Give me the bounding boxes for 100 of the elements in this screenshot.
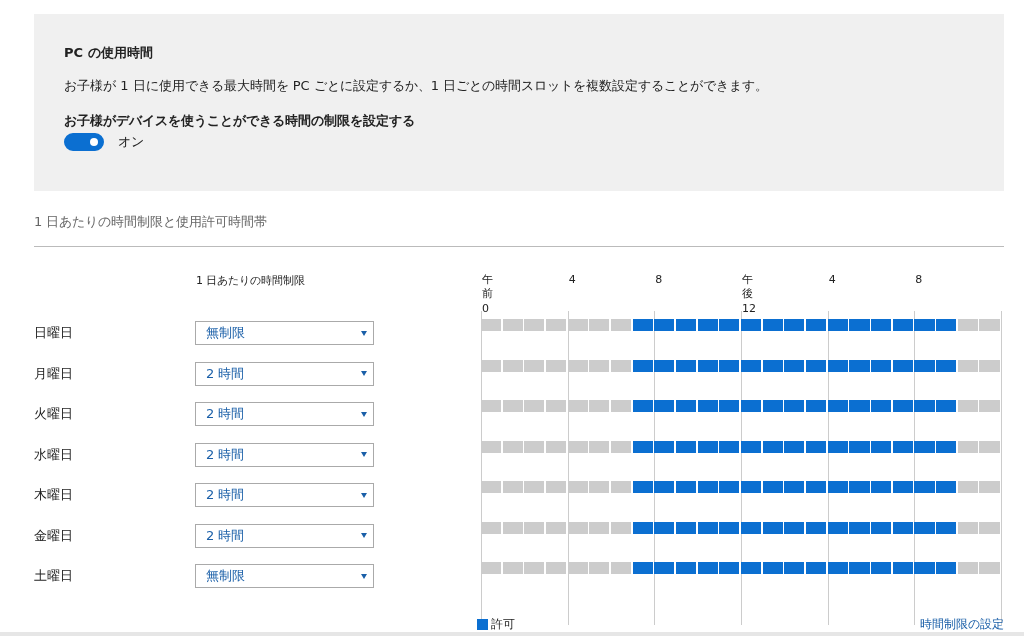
time-slot[interactable] bbox=[806, 562, 827, 574]
time-slot[interactable] bbox=[892, 521, 913, 534]
time-slot[interactable] bbox=[871, 481, 892, 493]
time-slot[interactable] bbox=[892, 400, 913, 412]
limit-dropdown[interactable]: 2 時間 bbox=[195, 483, 374, 508]
time-slot[interactable] bbox=[697, 481, 718, 493]
time-slot[interactable] bbox=[676, 521, 697, 534]
time-slot[interactable] bbox=[632, 319, 653, 331]
time-slot[interactable] bbox=[762, 319, 783, 331]
time-slot[interactable] bbox=[697, 562, 718, 574]
toggle-switch[interactable] bbox=[64, 133, 104, 151]
time-slot[interactable] bbox=[719, 481, 740, 493]
time-slot[interactable] bbox=[936, 521, 957, 534]
time-slot[interactable] bbox=[741, 481, 762, 493]
time-slot[interactable] bbox=[936, 359, 957, 372]
time-slot[interactable] bbox=[871, 359, 892, 372]
time-slot[interactable] bbox=[741, 521, 762, 534]
settings-link[interactable]: 時間制限の設定 bbox=[920, 616, 1004, 633]
time-slot[interactable] bbox=[784, 481, 805, 493]
time-slot[interactable] bbox=[827, 562, 848, 574]
time-slot[interactable] bbox=[762, 400, 783, 412]
time-slot[interactable] bbox=[632, 521, 653, 534]
time-slot[interactable] bbox=[719, 521, 740, 534]
time-slot[interactable] bbox=[676, 562, 697, 574]
time-slot[interactable] bbox=[806, 521, 827, 534]
time-slot[interactable] bbox=[871, 562, 892, 574]
time-slot[interactable] bbox=[849, 521, 870, 534]
time-slot[interactable] bbox=[784, 359, 805, 372]
time-slot[interactable] bbox=[827, 440, 848, 453]
time-slot[interactable] bbox=[762, 359, 783, 372]
time-slot[interactable] bbox=[892, 562, 913, 574]
time-slot[interactable] bbox=[697, 400, 718, 412]
time-slot[interactable] bbox=[697, 319, 718, 331]
time-slot[interactable] bbox=[784, 521, 805, 534]
limit-dropdown[interactable]: 無制限 bbox=[195, 564, 374, 589]
time-slot[interactable] bbox=[892, 359, 913, 372]
time-slot[interactable] bbox=[806, 359, 827, 372]
time-slot[interactable] bbox=[654, 481, 675, 493]
time-slot[interactable] bbox=[741, 562, 762, 574]
time-slot[interactable] bbox=[936, 400, 957, 412]
time-slot[interactable] bbox=[806, 319, 827, 331]
time-slot[interactable] bbox=[719, 319, 740, 331]
time-slot[interactable] bbox=[762, 521, 783, 534]
time-slot[interactable] bbox=[676, 440, 697, 453]
time-slot[interactable] bbox=[871, 521, 892, 534]
time-slot[interactable] bbox=[632, 359, 653, 372]
time-slot[interactable] bbox=[784, 319, 805, 331]
time-slot[interactable] bbox=[762, 481, 783, 493]
limit-dropdown[interactable]: 2 時間 bbox=[195, 442, 374, 467]
time-slot[interactable] bbox=[827, 319, 848, 331]
time-slot[interactable] bbox=[827, 400, 848, 412]
time-slot[interactable] bbox=[654, 562, 675, 574]
time-slot[interactable] bbox=[719, 359, 740, 372]
time-slot[interactable] bbox=[762, 562, 783, 574]
time-slot[interactable] bbox=[892, 481, 913, 493]
time-slot[interactable] bbox=[849, 440, 870, 453]
limit-dropdown[interactable]: 無制限 bbox=[195, 321, 374, 346]
time-slot[interactable] bbox=[676, 359, 697, 372]
time-slot[interactable] bbox=[936, 562, 957, 574]
time-slot[interactable] bbox=[676, 400, 697, 412]
time-slot[interactable] bbox=[914, 440, 935, 453]
time-slot[interactable] bbox=[871, 319, 892, 331]
time-slot[interactable] bbox=[784, 440, 805, 453]
time-slot[interactable] bbox=[936, 319, 957, 331]
time-slot[interactable] bbox=[827, 521, 848, 534]
time-slot[interactable] bbox=[741, 359, 762, 372]
time-slot[interactable] bbox=[914, 521, 935, 534]
limit-dropdown[interactable]: 2 時間 bbox=[195, 402, 374, 427]
time-slot[interactable] bbox=[676, 481, 697, 493]
time-slot[interactable] bbox=[784, 562, 805, 574]
time-slot[interactable] bbox=[762, 440, 783, 453]
time-slot[interactable] bbox=[892, 440, 913, 453]
time-slot[interactable] bbox=[741, 319, 762, 331]
time-slot[interactable] bbox=[654, 521, 675, 534]
limit-dropdown[interactable]: 2 時間 bbox=[195, 523, 374, 548]
time-slot[interactable] bbox=[676, 319, 697, 331]
time-slot[interactable] bbox=[741, 440, 762, 453]
limit-dropdown[interactable]: 2 時間 bbox=[195, 361, 374, 386]
time-slot[interactable] bbox=[654, 400, 675, 412]
time-slot[interactable] bbox=[719, 400, 740, 412]
time-slot[interactable] bbox=[914, 359, 935, 372]
time-slot[interactable] bbox=[632, 440, 653, 453]
time-slot[interactable] bbox=[697, 440, 718, 453]
time-slot[interactable] bbox=[936, 481, 957, 493]
time-slot[interactable] bbox=[741, 400, 762, 412]
time-slot[interactable] bbox=[784, 400, 805, 412]
time-slot[interactable] bbox=[806, 481, 827, 493]
time-slot[interactable] bbox=[632, 562, 653, 574]
time-slot[interactable] bbox=[871, 440, 892, 453]
time-slot[interactable] bbox=[632, 400, 653, 412]
time-slot[interactable] bbox=[654, 319, 675, 331]
time-slot[interactable] bbox=[697, 521, 718, 534]
time-slot[interactable] bbox=[827, 481, 848, 493]
time-slot[interactable] bbox=[719, 562, 740, 574]
time-slot[interactable] bbox=[827, 359, 848, 372]
time-slot[interactable] bbox=[632, 481, 653, 493]
time-slot[interactable] bbox=[806, 440, 827, 453]
time-slot[interactable] bbox=[697, 359, 718, 372]
time-slot[interactable] bbox=[719, 440, 740, 453]
time-slot[interactable] bbox=[936, 440, 957, 453]
